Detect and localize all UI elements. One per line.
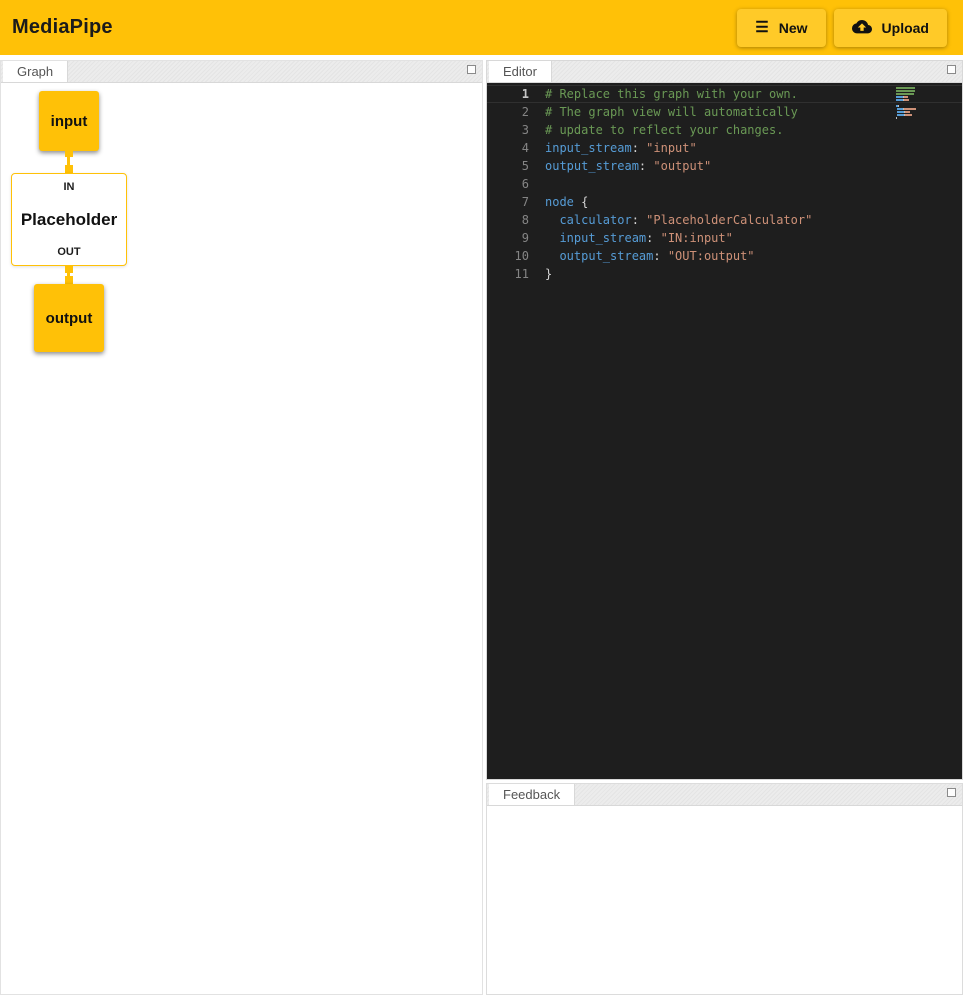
app-title: MediaPipe [12,16,113,39]
new-button-label: New [779,20,808,36]
output-port-label: OUT [57,246,80,258]
line-number: 6 [487,175,529,193]
graph-node-output[interactable]: output [34,284,104,352]
code-line[interactable]: 4input_stream: "input" [487,139,962,157]
edge-endpoint-icon [65,276,73,284]
line-number: 4 [487,139,529,157]
feedback-panel-header: Feedback [487,784,962,806]
node-label: output [46,310,93,327]
line-number: 11 [487,265,529,283]
line-number: 8 [487,211,529,229]
code-line[interactable]: 1# Replace this graph with your own. [487,85,962,103]
line-number: 2 [487,103,529,121]
feedback-maximize-icon[interactable] [947,788,956,797]
line-number: 10 [487,247,529,265]
new-button[interactable]: ☰ New [737,9,825,47]
code-line[interactable]: 10 output_stream: "OUT:output" [487,247,962,265]
graph-maximize-icon[interactable] [467,65,476,74]
tab-feedback[interactable]: Feedback [489,784,575,805]
editor-maximize-icon[interactable] [947,65,956,74]
menu-icon: ☰ [755,20,768,35]
graph-node-placeholder[interactable]: IN Placeholder OUT [11,173,127,266]
graph-canvas[interactable]: input IN Placeholder OUT output [1,83,482,994]
code-line[interactable]: 9 input_stream: "IN:input" [487,229,962,247]
graph-panel: Graph input IN Placeholder OUT [0,60,483,995]
code-line[interactable]: 5output_stream: "output" [487,157,962,175]
cloud-upload-icon [852,20,872,35]
code-line[interactable]: 7node { [487,193,962,211]
feedback-panel: Feedback [486,783,963,995]
input-port-label: IN [64,181,75,193]
edge-endpoint-icon [65,165,73,173]
app-header: MediaPipe ☰ New Upload [0,0,963,55]
line-number: 9 [487,229,529,247]
editor-panel: Editor 1# Replace this graph with your o… [486,60,963,780]
editor-panel-header: Editor [487,61,962,83]
upload-button[interactable]: Upload [834,9,947,47]
node-label: input [51,113,88,130]
feedback-content [487,806,962,994]
line-number: 3 [487,121,529,139]
code-line[interactable]: 6 [487,175,962,193]
graph-panel-header: Graph [1,61,482,83]
line-number: 1 [487,85,529,103]
edge-input-placeholder [65,149,73,173]
tab-graph[interactable]: Graph [3,61,68,82]
tab-editor[interactable]: Editor [489,61,552,82]
code-line[interactable]: 11} [487,265,962,283]
editor-minimap[interactable] [896,87,948,120]
header-actions: ☰ New Upload [737,9,951,47]
graph-node-input[interactable]: input [39,91,99,151]
upload-button-label: Upload [882,20,929,36]
line-number: 7 [487,193,529,211]
code-editor[interactable]: 1# Replace this graph with your own.2# T… [487,83,962,779]
edge-placeholder-output [65,265,73,284]
node-label: Placeholder [21,210,117,230]
line-number: 5 [487,157,529,175]
code-line[interactable]: 8 calculator: "PlaceholderCalculator" [487,211,962,229]
editor-code: 1# Replace this graph with your own.2# T… [487,85,962,283]
code-line[interactable]: 3# update to reflect your changes. [487,121,962,139]
code-line[interactable]: 2# The graph view will automatically [487,103,962,121]
